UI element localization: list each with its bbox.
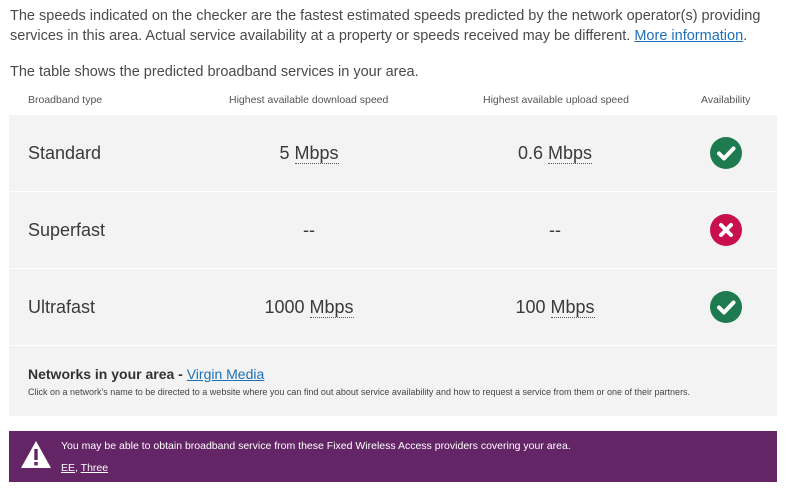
row-upload: 0.6 Mbps (415, 115, 695, 192)
row-download: 5 Mbps (159, 115, 459, 192)
provider-link-three[interactable]: Three (81, 462, 108, 474)
upload-value: 100 (515, 297, 546, 317)
networks-section: Networks in your area - Virgin Media Cli… (9, 346, 777, 416)
network-link-virgin-media[interactable]: Virgin Media (187, 366, 265, 382)
download-unit: Mbps (294, 143, 339, 164)
table-row: Superfast -- -- (9, 192, 777, 269)
intro-tail: . (743, 28, 748, 44)
warning-triangle-icon (19, 439, 53, 471)
row-type: Superfast (28, 220, 106, 240)
download-value: 5 (279, 143, 290, 163)
table-header: Broadband type Highest available downloa… (9, 94, 777, 114)
row-type: Standard (28, 143, 102, 163)
broadband-table: Standard 5 Mbps 0.6 Mbps Superfast -- --… (9, 115, 777, 416)
check-circle-icon (710, 291, 742, 323)
check-circle-icon (710, 137, 742, 169)
header-availability: Availability (701, 94, 751, 106)
row-upload: 100 Mbps (415, 269, 695, 346)
upload-unit: Mbps (550, 297, 595, 318)
table-row: Ultrafast 1000 Mbps 100 Mbps (9, 269, 777, 346)
networks-description: Click on a network's name to be directed… (28, 387, 691, 397)
row-upload: -- (549, 220, 561, 240)
download-value: 1000 (264, 297, 305, 317)
row-download: -- (303, 220, 315, 240)
row-type: Ultrafast (28, 297, 96, 317)
networks-title: Networks in your area - Virgin Media (28, 366, 264, 382)
fixed-wireless-banner: You may be able to obtain broadband serv… (9, 431, 777, 482)
table-description: The table shows the predicted broadband … (10, 64, 419, 80)
header-download-speed: Highest available download speed (229, 94, 389, 106)
cross-circle-icon (710, 214, 742, 246)
download-unit: Mbps (309, 297, 354, 318)
networks-heading: Networks in your area - (28, 366, 187, 382)
upload-unit: Mbps (548, 143, 593, 164)
more-information-link[interactable]: More information (634, 28, 743, 44)
banner-provider-links: EE, Three (61, 462, 108, 474)
header-upload-speed: Highest available upload speed (483, 94, 629, 106)
banner-message: You may be able to obtain broadband serv… (61, 440, 571, 452)
upload-value: 0.6 (517, 143, 543, 163)
table-row: Standard 5 Mbps 0.6 Mbps (9, 115, 777, 192)
header-broadband-type: Broadband type (28, 94, 103, 106)
row-download: 1000 Mbps (159, 269, 459, 346)
intro-text: The speeds indicated on the checker are … (10, 6, 780, 46)
provider-link-ee[interactable]: EE (61, 462, 75, 474)
